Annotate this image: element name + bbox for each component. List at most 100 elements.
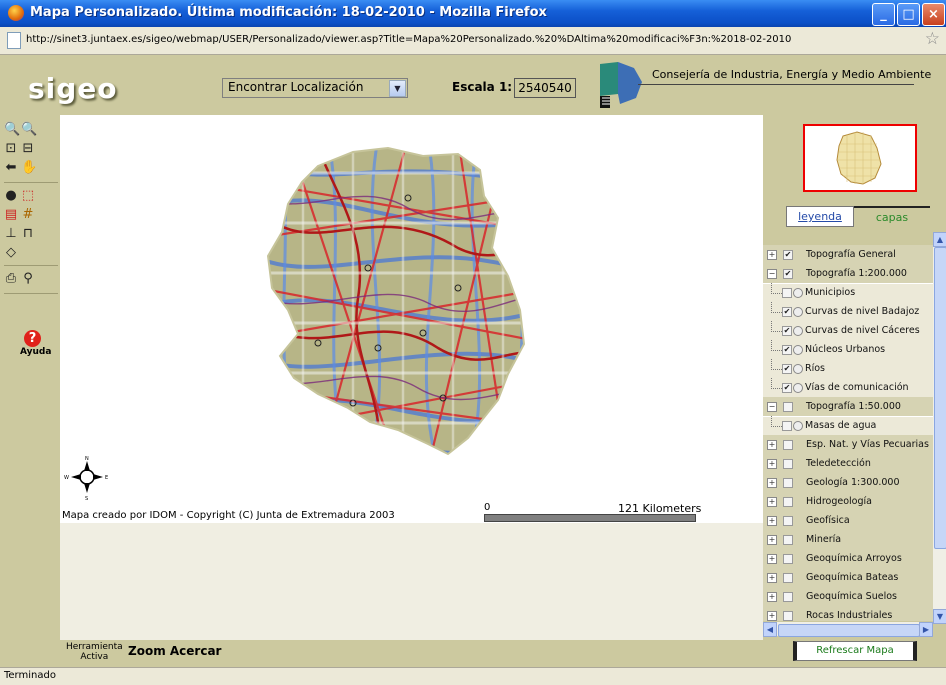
layer-checkbox[interactable]: ✔ [782,307,792,317]
layer-checkbox[interactable] [783,478,793,488]
overview-map[interactable] [803,124,917,192]
layer-checkbox[interactable] [783,554,793,564]
address-bar[interactable]: http://sinet3.juntaex.es/sigeo/webmap/US… [0,27,946,55]
scale-input[interactable]: 2540540 [514,78,576,98]
layer-item[interactable]: ✔ Curvas de nivel Cáceres [763,321,933,340]
layer-item[interactable]: ✔ Ríos [763,359,933,378]
layer-group[interactable]: − ✔ Topografía 1:200.000 [763,264,933,284]
location-select[interactable]: Encontrar Localización ▼ [222,78,408,98]
scroll-down-icon[interactable]: ▼ [933,609,946,624]
print-icon[interactable]: ⎙ [4,272,18,286]
layer-checkbox[interactable]: ✔ [783,250,793,260]
layer-radio[interactable] [793,421,803,431]
expand-icon[interactable]: + [767,611,777,621]
layer-checkbox[interactable] [783,592,793,602]
layer-checkbox[interactable] [783,535,793,545]
expand-icon[interactable]: + [767,250,777,260]
refresh-map-button[interactable]: Refrescar Mapa [793,641,917,661]
expand-icon[interactable]: + [767,592,777,602]
scroll-right-icon[interactable]: ▶ [919,622,933,637]
horizontal-scroll-thumb[interactable] [778,624,920,637]
tab-leyenda[interactable]: leyenda [786,206,854,227]
expand-icon[interactable]: + [767,516,777,526]
layer-radio[interactable] [793,326,803,336]
query-icon[interactable]: ▤ [4,208,18,222]
layer-item[interactable]: Masas de agua [763,416,933,435]
layer-group[interactable]: + Geoquímica Suelos [763,587,933,607]
layer-item[interactable]: ✔ Curvas de nivel Badajoz [763,302,933,321]
grid-icon[interactable]: # [21,208,35,222]
layer-item[interactable]: Municipios [763,283,933,302]
expand-icon[interactable]: + [767,497,777,507]
measure-icon[interactable]: ⊥ [4,227,18,241]
layer-radio[interactable] [793,383,803,393]
layer-checkbox[interactable] [782,421,792,431]
zoom-in-icon[interactable]: 🔍 [4,123,20,137]
layer-group[interactable]: + Geología 1:300.000 [763,473,933,493]
layer-label: Municipios [805,287,856,298]
maximize-button[interactable]: □ [897,3,920,26]
collapse-icon[interactable]: − [767,269,777,279]
layer-radio[interactable] [793,288,803,298]
layer-checkbox[interactable] [783,497,793,507]
url-text[interactable]: http://sinet3.juntaex.es/sigeo/webmap/US… [26,34,791,45]
layer-group[interactable]: + Esp. Nat. y Vías Pecuarias [763,435,933,455]
help-label[interactable]: Ayuda [20,347,51,357]
chevron-down-icon[interactable]: ▼ [389,80,406,97]
layer-checkbox[interactable] [782,288,792,298]
expand-icon[interactable]: + [767,478,777,488]
expand-icon[interactable]: + [767,573,777,583]
vertical-scroll-thumb[interactable] [934,247,946,549]
zoom-active-icon[interactable]: ⊟ [21,142,35,156]
layer-group[interactable]: + Rocas Industriales [763,606,933,621]
layer-radio[interactable] [793,307,803,317]
layer-checkbox[interactable]: ✔ [782,326,792,336]
layer-checkbox[interactable] [783,611,793,621]
layer-checkbox[interactable] [783,516,793,526]
zoom-extent-icon[interactable]: ⊡ [4,142,18,156]
select-rectangle-icon[interactable]: ⬚ [21,189,35,203]
minimize-button[interactable]: _ [872,3,895,26]
help-icon[interactable]: ? [24,330,41,347]
layer-item[interactable]: ✔ Núcleos Urbanos [763,340,933,359]
info-icon[interactable]: ● [4,189,18,203]
layer-checkbox[interactable]: ✔ [782,345,792,355]
eraser-icon[interactable]: ◇ [4,246,18,260]
layer-radio[interactable] [793,345,803,355]
extremadura-map[interactable] [258,138,548,468]
expand-icon[interactable]: + [767,440,777,450]
pan-hand-icon[interactable]: ✋ [21,161,37,175]
layer-radio[interactable] [793,364,803,374]
expand-icon[interactable]: + [767,554,777,564]
close-button[interactable]: × [922,3,945,26]
layer-group[interactable]: + Teledetección [763,454,933,474]
layer-checkbox[interactable]: ✔ [782,383,792,393]
layer-group[interactable]: + Geofísica [763,511,933,531]
layer-item[interactable]: ✔ Vías de comunicación [763,378,933,397]
window-titlebar: Mapa Personalizado. Última modificación:… [0,0,946,27]
layer-checkbox[interactable] [783,402,793,412]
layer-checkbox[interactable] [783,573,793,583]
back-arrow-icon[interactable]: ⬅ [4,161,18,175]
layer-group[interactable]: + Minería [763,530,933,550]
scroll-up-icon[interactable]: ▲ [933,232,946,247]
active-tool-caption-line-1: Herramienta [66,642,123,652]
collapse-icon[interactable]: − [767,402,777,412]
expand-icon[interactable]: + [767,459,777,469]
layer-checkbox[interactable]: ✔ [783,269,793,279]
layer-group[interactable]: + Hidrogeología [763,492,933,512]
expand-icon[interactable]: + [767,535,777,545]
zoom-out-icon[interactable]: 🔍 [21,123,37,137]
area-icon[interactable]: ⊓ [21,227,35,241]
layer-checkbox[interactable] [783,459,793,469]
layer-checkbox[interactable]: ✔ [782,364,792,374]
layer-group[interactable]: + Geoquímica Arroyos [763,549,933,569]
layer-group[interactable]: + Geoquímica Bateas [763,568,933,588]
bookmark-star-icon[interactable]: ☆ [925,29,940,49]
scroll-left-icon[interactable]: ◀ [763,622,777,637]
layer-group[interactable]: − Topografía 1:50.000 [763,397,933,417]
layer-group[interactable]: + ✔ Topografía General [763,245,933,265]
tab-capas[interactable]: capas [854,206,930,227]
search-icon[interactable]: ⚲ [21,272,35,286]
layer-checkbox[interactable] [783,440,793,450]
